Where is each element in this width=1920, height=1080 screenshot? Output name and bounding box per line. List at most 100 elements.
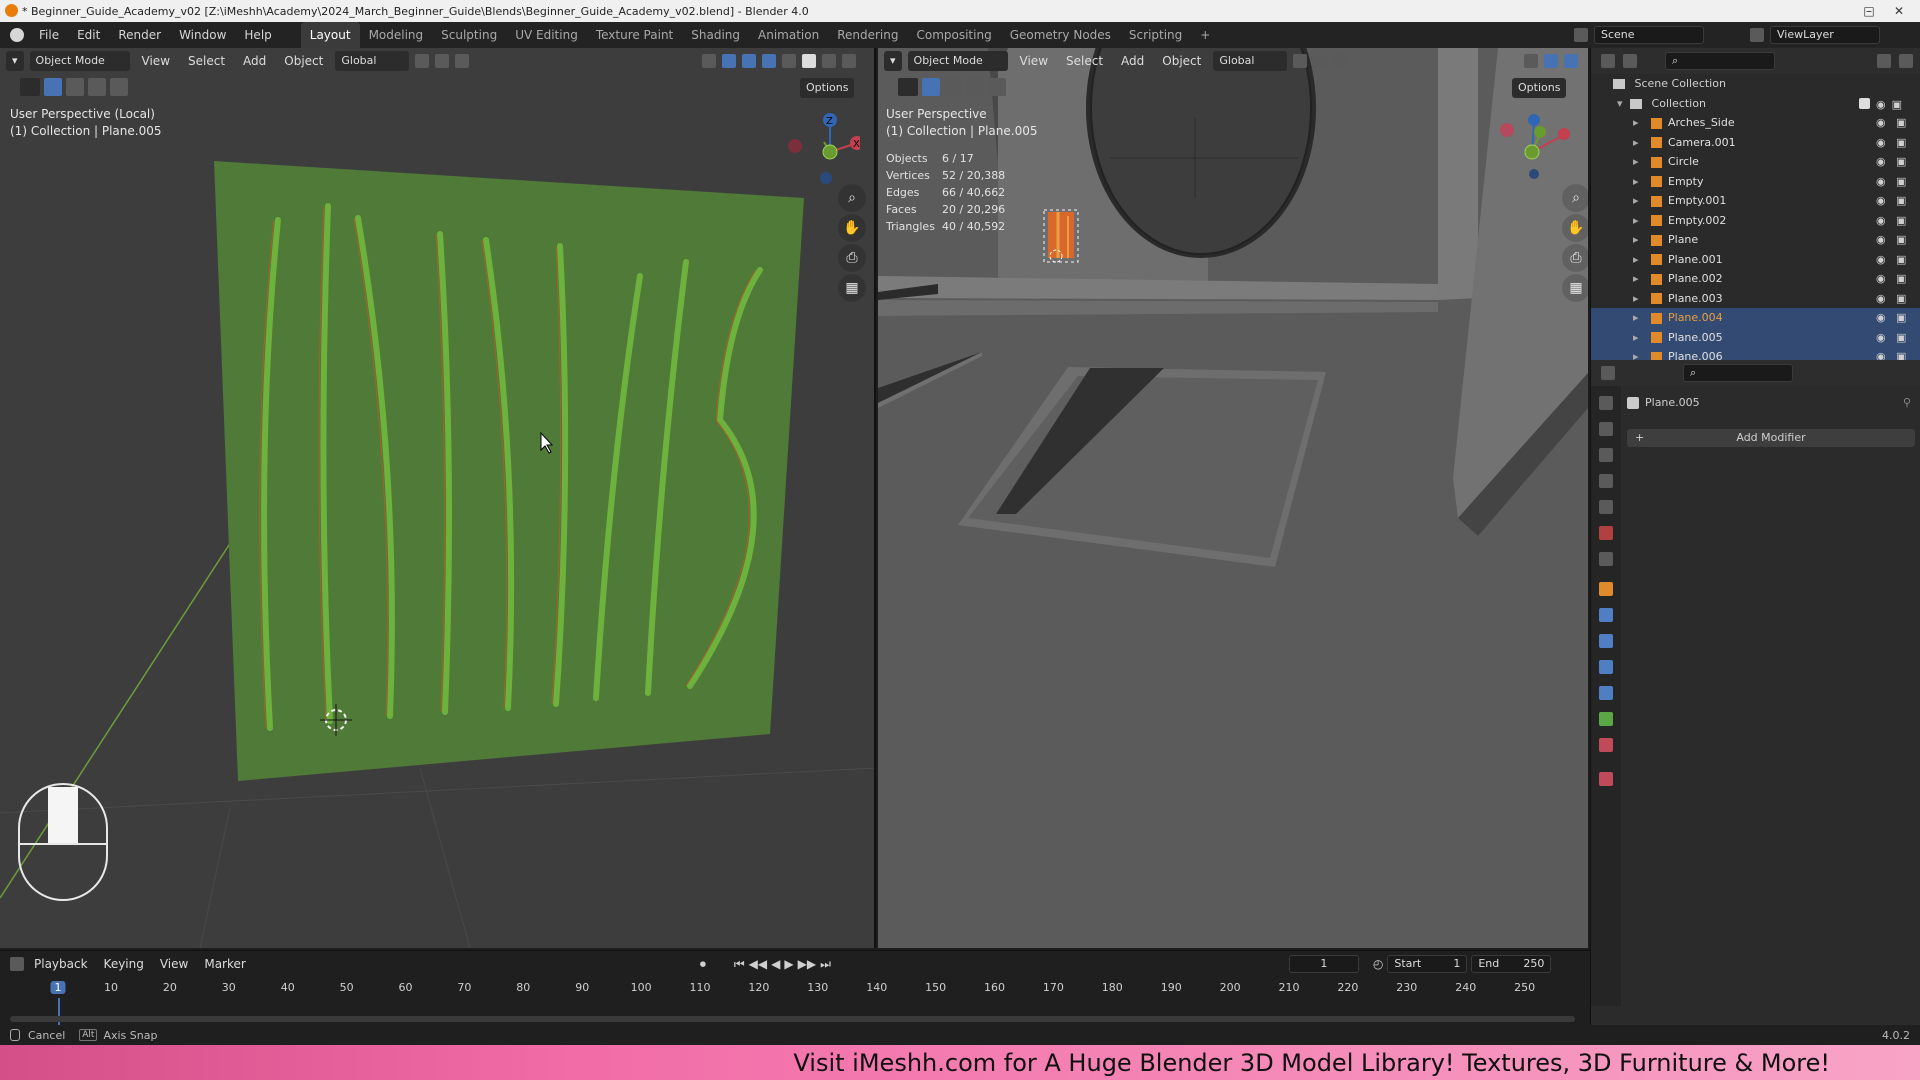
navigation-gizmo-left[interactable]: Z X bbox=[780, 104, 864, 184]
expand-arrow-icon[interactable]: ▸ bbox=[1633, 308, 1645, 328]
menu-view-timeline[interactable]: View bbox=[154, 954, 194, 974]
shading-rendered-icon[interactable] bbox=[842, 54, 856, 68]
outliner-item[interactable]: ▸ Plane.003 ◉ ▣ bbox=[1591, 289, 1920, 309]
pivot-icon-right[interactable] bbox=[1293, 54, 1308, 68]
tab-uv-editing[interactable]: UV Editing bbox=[506, 22, 587, 48]
gizmo-toggle-icon[interactable] bbox=[722, 54, 736, 68]
camera-render-icon[interactable]: ▣ bbox=[1896, 152, 1906, 172]
zoom-icon-right[interactable]: ⌕ bbox=[1562, 184, 1588, 212]
camera-render-icon[interactable]: ▣ bbox=[1896, 230, 1906, 250]
end-frame-field[interactable]: End 250 bbox=[1471, 955, 1552, 973]
texture-tab-icon[interactable] bbox=[1599, 772, 1613, 786]
jump-end-icon[interactable]: ⏭ bbox=[820, 957, 831, 972]
frame-ruler[interactable]: 1 10 20 30 40 50 60 70 80 90 100 110 120 130 140 150 160… bbox=[0, 979, 1590, 1001]
add-modifier-button[interactable]: + Add Modifier bbox=[1627, 429, 1915, 447]
scene-selector[interactable]: Scene bbox=[1594, 26, 1704, 44]
data-tab-icon[interactable] bbox=[1599, 712, 1613, 726]
menu-file[interactable]: File bbox=[30, 22, 68, 48]
object-tab-icon[interactable] bbox=[1599, 582, 1613, 596]
eye-icon[interactable]: ◉ bbox=[1876, 328, 1886, 348]
play-icon[interactable]: ▶ bbox=[784, 957, 793, 971]
tab-sculpting[interactable]: Sculpting bbox=[432, 22, 506, 48]
mode-selector-left[interactable]: Object Mode bbox=[29, 51, 130, 71]
tab-layout[interactable]: Layout bbox=[300, 22, 360, 48]
eye-icon[interactable]: ◉ bbox=[1876, 308, 1886, 328]
view-layer-tab-icon[interactable] bbox=[1599, 474, 1613, 488]
menu-help[interactable]: Help bbox=[235, 22, 280, 48]
outliner-item[interactable]: ▸ Plane.001 ◉ ▣ bbox=[1591, 250, 1920, 270]
camera-render-icon[interactable]: ▣ bbox=[1896, 211, 1906, 231]
select-subtract-icon-right[interactable] bbox=[966, 78, 984, 96]
record-icon[interactable]: ⏺ bbox=[700, 957, 706, 972]
camera-render-icon[interactable]: ▣ bbox=[1892, 98, 1902, 111]
eye-icon[interactable]: ◉ bbox=[1876, 211, 1886, 231]
expand-arrow-icon[interactable]: ▸ bbox=[1633, 133, 1645, 153]
close-window-button[interactable]: ✕ bbox=[1884, 0, 1914, 22]
eye-icon[interactable]: ◉ bbox=[1876, 113, 1886, 133]
xray-icon[interactable] bbox=[762, 54, 776, 68]
camera-view-icon[interactable]: ⎙ bbox=[838, 244, 866, 272]
output-tab-icon[interactable] bbox=[1599, 448, 1613, 462]
options-button-right[interactable]: Options bbox=[1512, 78, 1567, 98]
menu-window[interactable]: Window bbox=[170, 22, 235, 48]
checkbox-icon[interactable] bbox=[1859, 98, 1870, 109]
world-tab-icon[interactable] bbox=[1599, 526, 1613, 540]
select-box-icon-right[interactable] bbox=[898, 78, 918, 96]
editor-type-icon[interactable]: ▾ bbox=[6, 51, 24, 71]
filter-icon[interactable] bbox=[1877, 54, 1891, 68]
outliner-item[interactable]: ▸ Camera.001 ◉ ▣ bbox=[1591, 133, 1920, 153]
tab-rendering[interactable]: Rendering bbox=[828, 22, 907, 48]
eye-icon[interactable]: ◉ bbox=[1876, 269, 1886, 289]
select-extend-icon[interactable] bbox=[66, 78, 84, 96]
menu-keying[interactable]: Keying bbox=[98, 954, 150, 974]
menu-render[interactable]: Render bbox=[109, 22, 170, 48]
pin-icon[interactable]: ⚲ bbox=[1903, 396, 1911, 409]
menu-view-left[interactable]: View bbox=[136, 51, 176, 71]
outliner-item[interactable]: ▸ Arches_Side ◉ ▣ bbox=[1591, 113, 1920, 133]
eye-icon[interactable]: ◉ bbox=[1876, 133, 1886, 153]
menu-add-left[interactable]: Add bbox=[237, 51, 272, 71]
grid-ortho-icon-right[interactable]: ▦ bbox=[1562, 274, 1588, 302]
current-frame-field[interactable]: 1 bbox=[1288, 955, 1359, 973]
overlay-toggle-icon-right[interactable] bbox=[1564, 54, 1578, 68]
blender-menu-icon[interactable] bbox=[10, 28, 24, 42]
camera-render-icon[interactable]: ▣ bbox=[1896, 308, 1906, 328]
eye-icon[interactable]: ◉ bbox=[1876, 230, 1886, 250]
menu-select-left[interactable]: Select bbox=[182, 51, 231, 71]
tab-modeling[interactable]: Modeling bbox=[360, 22, 433, 48]
outliner-search-input[interactable]: ⌕ bbox=[1665, 52, 1775, 70]
outliner-item[interactable]: ▸ Empty ◉ ▣ bbox=[1591, 172, 1920, 192]
constraints-tab-icon[interactable] bbox=[1599, 686, 1613, 700]
expand-arrow-icon[interactable]: ▸ bbox=[1633, 113, 1645, 133]
camera-render-icon[interactable]: ▣ bbox=[1896, 250, 1906, 270]
timeline-scrollbar[interactable] bbox=[10, 1016, 1575, 1022]
tab-texture-paint[interactable]: Texture Paint bbox=[587, 22, 682, 48]
outliner-item[interactable]: ▸ Plane.002 ◉ ▣ bbox=[1591, 269, 1920, 289]
play-reverse-icon[interactable]: ◀ bbox=[771, 957, 780, 971]
pan-hand-icon[interactable]: ✋ bbox=[838, 214, 866, 242]
shading-material-icon[interactable] bbox=[822, 54, 836, 68]
tab-scripting[interactable]: Scripting bbox=[1120, 22, 1191, 48]
menu-playback[interactable]: Playback bbox=[28, 954, 94, 974]
expand-arrow-icon[interactable]: ▸ bbox=[1633, 172, 1645, 192]
view-layer-selector[interactable]: ViewLayer bbox=[1770, 26, 1880, 44]
prev-keyframe-icon[interactable]: ◀◀ bbox=[749, 957, 767, 971]
particles-tab-icon[interactable] bbox=[1599, 634, 1613, 648]
gizmo-toggle-icon-right[interactable] bbox=[1544, 54, 1558, 68]
camera-render-icon[interactable]: ▣ bbox=[1896, 191, 1906, 211]
outliner-item[interactable]: ▸ Empty.001 ◉ ▣ bbox=[1591, 191, 1920, 211]
material-tab-icon[interactable] bbox=[1599, 738, 1613, 752]
collection-tab-icon[interactable] bbox=[1599, 552, 1613, 566]
camera-render-icon[interactable]: ▣ bbox=[1896, 328, 1906, 348]
camera-view-icon-right[interactable]: ⎙ bbox=[1562, 244, 1588, 272]
modifier-tab-icon[interactable] bbox=[1599, 608, 1613, 622]
menu-select-right[interactable]: Select bbox=[1060, 51, 1109, 71]
jump-start-icon[interactable]: ⏮ bbox=[734, 957, 745, 972]
timeline-editor-icon[interactable] bbox=[10, 957, 24, 971]
stopwatch-icon[interactable]: ◴ bbox=[1373, 957, 1383, 971]
pan-hand-icon-right[interactable]: ✋ bbox=[1562, 214, 1588, 242]
physics-tab-icon[interactable] bbox=[1599, 660, 1613, 674]
maximize-button[interactable]: □ bbox=[1854, 0, 1884, 22]
camera-render-icon[interactable]: ▣ bbox=[1896, 269, 1906, 289]
camera-render-icon[interactable]: ▣ bbox=[1896, 133, 1906, 153]
